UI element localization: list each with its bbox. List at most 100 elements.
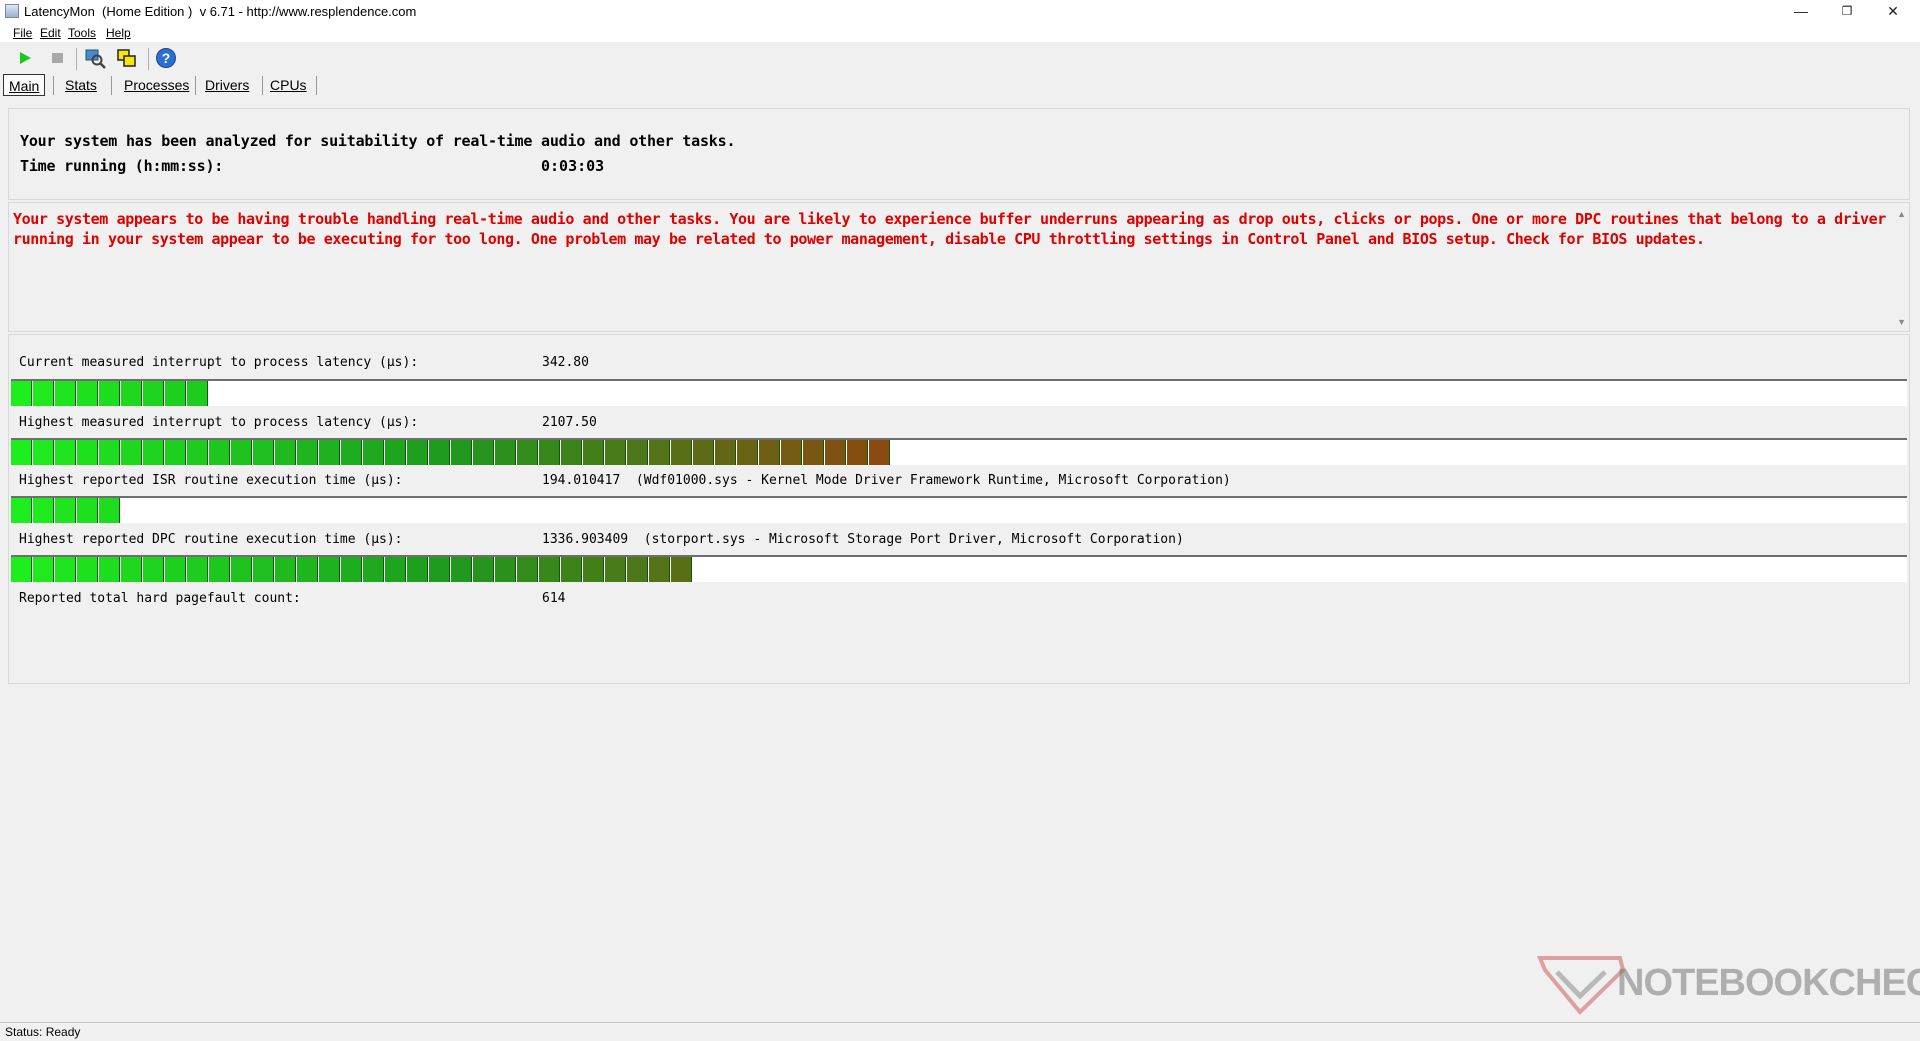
bar-segment xyxy=(539,440,560,465)
bar-segment xyxy=(55,440,76,465)
svg-text:?: ? xyxy=(162,50,171,66)
tab-processes[interactable]: Processes xyxy=(119,74,194,96)
menu-tools[interactable]: Tools xyxy=(68,26,96,40)
scroll-up-icon[interactable]: ▲ xyxy=(1897,209,1906,219)
bar-segment xyxy=(187,557,208,582)
bar-segment xyxy=(605,440,626,465)
bar-segment xyxy=(77,440,98,465)
bar-segment xyxy=(143,440,164,465)
bar-segment xyxy=(561,440,582,465)
bar-segment xyxy=(121,557,142,582)
bar-segment xyxy=(55,381,76,406)
bar-segment xyxy=(165,557,186,582)
summary-panel: Your system has been analyzed for suitab… xyxy=(8,108,1910,200)
current-latency-value: 342.80 xyxy=(542,355,589,370)
pagefault-label: Reported total hard pagefault count: xyxy=(19,591,301,606)
menu-edit[interactable]: Edit xyxy=(40,26,61,40)
bar-segment xyxy=(363,557,384,582)
bar-segment xyxy=(385,557,406,582)
latency-bar-fill xyxy=(11,557,693,582)
minimize-button[interactable]: — xyxy=(1778,0,1824,24)
metrics-panel: Current measured interrupt to process la… xyxy=(8,334,1910,684)
tab-separator xyxy=(53,76,54,95)
notebookcheck-watermark: NOTEBOOKCHECK xyxy=(1535,950,1920,1020)
bar-segment xyxy=(55,557,76,582)
bar-segment xyxy=(649,440,670,465)
bar-segment xyxy=(77,498,98,523)
menu-bar: File Edit Tools Help xyxy=(0,24,1920,42)
bar-segment xyxy=(341,440,362,465)
bar-segment xyxy=(473,557,494,582)
bar-segment xyxy=(517,557,538,582)
bar-segment xyxy=(473,440,494,465)
tab-cpus-label: CPUs xyxy=(270,77,307,93)
highest-latency-label: Highest measured interrupt to process la… xyxy=(19,415,419,430)
time-running-label: Time running (h:mm:ss): xyxy=(20,157,224,175)
toolbar-separator xyxy=(148,48,149,70)
bar-segment xyxy=(583,440,604,465)
window-title: LatencyMon (Home Edition ) v 6.71 - http… xyxy=(24,4,417,19)
bar-segment xyxy=(33,557,54,582)
bar-segment xyxy=(759,440,780,465)
bar-segment xyxy=(385,440,406,465)
bar-segment xyxy=(143,381,164,406)
tab-main-label: Main xyxy=(9,78,40,94)
bar-segment xyxy=(451,440,472,465)
title-bar: LatencyMon (Home Edition ) v 6.71 - http… xyxy=(0,0,1920,24)
tab-cpus[interactable]: CPUs xyxy=(265,74,312,96)
bar-segment xyxy=(605,557,626,582)
current-latency-label: Current measured interrupt to process la… xyxy=(19,355,419,370)
tab-separator xyxy=(111,76,112,95)
app-icon xyxy=(5,4,19,18)
bar-segment xyxy=(187,381,208,406)
close-button[interactable]: ✕ xyxy=(1870,0,1916,24)
dpc-time-label: Highest reported DPC routine execution t… xyxy=(19,532,403,547)
tab-drivers[interactable]: Drivers xyxy=(200,74,254,96)
tab-drivers-label: Drivers xyxy=(205,77,250,93)
restore-button[interactable]: ❐ xyxy=(1824,0,1870,24)
tab-main[interactable]: Main xyxy=(3,74,46,96)
tab-stats[interactable]: Stats xyxy=(60,74,102,96)
highest-latency-bar xyxy=(11,438,1907,465)
bar-segment xyxy=(671,440,692,465)
bar-segment xyxy=(407,440,428,465)
tab-processes-label: Processes xyxy=(124,77,190,93)
isr-time-label: Highest reported ISR routine execution t… xyxy=(19,473,403,488)
help-icon[interactable]: ? xyxy=(155,47,177,69)
play-icon[interactable] xyxy=(14,47,36,69)
warning-scrollbar[interactable]: ▲ ▼ xyxy=(1895,203,1909,331)
dpc-time-bar xyxy=(11,555,1907,582)
bar-segment xyxy=(99,498,120,523)
bar-segment xyxy=(99,557,120,582)
bar-segment xyxy=(77,557,98,582)
bar-segment xyxy=(803,440,824,465)
menu-help[interactable]: Help xyxy=(106,26,131,40)
bar-segment xyxy=(11,557,32,582)
bar-segment xyxy=(561,557,582,582)
bar-segment xyxy=(781,440,802,465)
bar-segment xyxy=(539,557,560,582)
bar-segment xyxy=(451,557,472,582)
latency-bar-fill xyxy=(11,381,209,406)
isr-time-value: 194.010417 (Wdf01000.sys - Kernel Mode D… xyxy=(542,473,1231,488)
menu-file[interactable]: File xyxy=(13,26,32,40)
bar-segment xyxy=(407,557,428,582)
tab-strip: Main Stats Processes Drivers CPUs xyxy=(0,74,1920,98)
toolbar-separator xyxy=(76,48,77,70)
bar-segment xyxy=(209,440,230,465)
bar-segment xyxy=(495,440,516,465)
bar-segment xyxy=(33,498,54,523)
bar-segment xyxy=(627,440,648,465)
scroll-down-icon[interactable]: ▼ xyxy=(1897,317,1906,327)
bar-segment xyxy=(495,557,516,582)
bar-segment xyxy=(99,381,120,406)
windows-icon[interactable] xyxy=(116,47,138,69)
stop-icon[interactable] xyxy=(46,47,68,69)
bar-segment xyxy=(847,440,868,465)
bar-segment xyxy=(297,440,318,465)
drivers-search-icon[interactable] xyxy=(84,47,106,69)
watermark-logo-icon xyxy=(1537,956,1625,1015)
current-latency-bar xyxy=(11,379,1907,406)
warning-panel[interactable]: Your system appears to be having trouble… xyxy=(8,202,1910,332)
bar-segment xyxy=(165,440,186,465)
